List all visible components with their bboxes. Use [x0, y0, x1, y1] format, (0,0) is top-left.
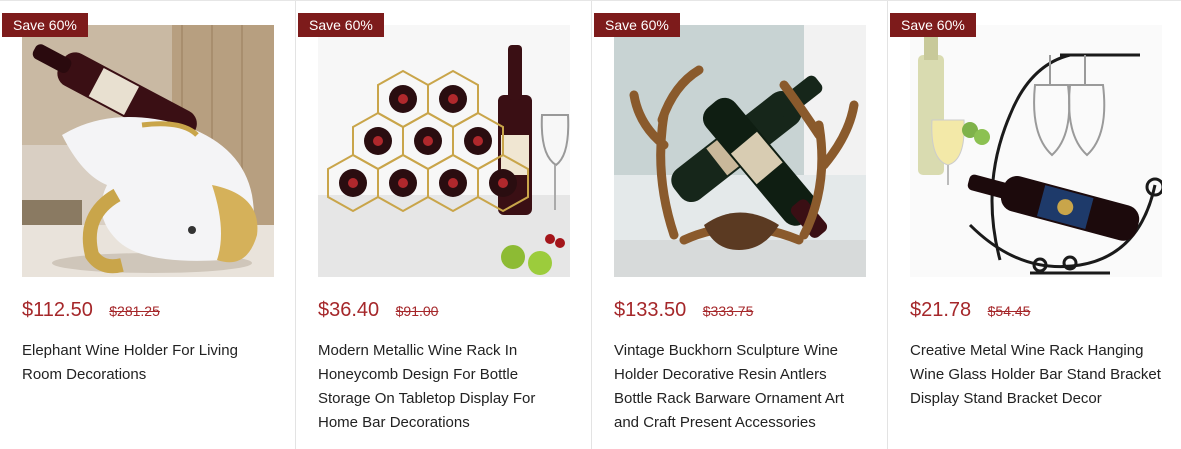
discount-badge: Save 60%	[890, 13, 976, 37]
sale-price: $112.50	[22, 299, 93, 321]
product-card[interactable]: Save 60%	[888, 1, 1181, 449]
product-image[interactable]	[22, 25, 274, 277]
product-card[interactable]: Save 60%	[592, 1, 888, 449]
discount-badge: Save 60%	[594, 13, 680, 37]
discount-badge: Save 60%	[298, 13, 384, 37]
product-image[interactable]	[910, 25, 1162, 277]
original-price: $54.45	[987, 303, 1031, 319]
antler-wine-holder-image	[614, 25, 866, 277]
price-row: $21.78 $54.45	[910, 299, 1030, 327]
product-title-link[interactable]: Vintage Buckhorn Sculpture Wine Holder D…	[614, 339, 866, 435]
price-row: $112.50 $281.25	[22, 299, 160, 327]
honeycomb-wine-rack-image	[318, 25, 570, 277]
sale-price: $36.40	[318, 299, 380, 321]
original-price: $333.75	[702, 303, 754, 319]
price-row: $36.40 $91.00	[318, 299, 438, 327]
sale-price: $21.78	[910, 299, 972, 321]
original-price: $281.25	[109, 303, 160, 319]
product-card[interactable]: Save 60%	[0, 1, 296, 449]
product-card[interactable]: Save 60%	[296, 1, 592, 449]
product-image[interactable]	[318, 25, 570, 277]
original-price: $91.00	[395, 303, 439, 319]
price-row: $133.50 $333.75	[614, 299, 753, 327]
discount-badge: Save 60%	[2, 13, 88, 37]
product-title-link[interactable]: Elephant Wine Holder For Living Room Dec…	[22, 339, 274, 387]
product-title-link[interactable]: Creative Metal Wine Rack Hanging Wine Gl…	[910, 339, 1162, 411]
product-image[interactable]	[614, 25, 866, 277]
product-grid: Save 60% $112.50 $281.25 Elephant Wine H…	[0, 0, 1181, 449]
metal-wine-glass-rack-image	[910, 25, 1162, 277]
sale-price: $133.50	[614, 299, 687, 321]
product-title-link[interactable]: Modern Metallic Wine Rack In Honeycomb D…	[318, 339, 570, 435]
elephant-wine-holder-image	[22, 25, 274, 277]
